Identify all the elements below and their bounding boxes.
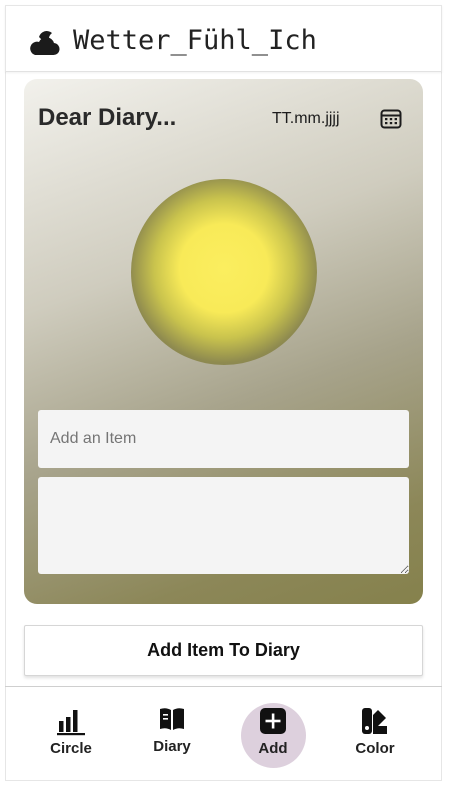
plus-square-icon xyxy=(260,708,286,734)
add-item-input[interactable] xyxy=(38,410,409,468)
nav-label-color: Color xyxy=(355,740,395,757)
app-header: Wetter_Fühl_Ich xyxy=(5,5,442,72)
card-title: Dear Diary... xyxy=(38,104,177,131)
nav-item-diary[interactable]: Diary xyxy=(132,687,212,781)
bottom-nav: Circle Diary Add Color xyxy=(5,686,442,781)
nav-label-add: Add xyxy=(258,740,288,757)
nav-item-add[interactable]: Add xyxy=(233,687,313,781)
nav-item-color[interactable]: Color xyxy=(335,687,415,781)
diary-card: Dear Diary... TT.mm.jjjj xyxy=(24,79,423,604)
app-title: Wetter_Fühl_Ich xyxy=(73,25,317,56)
date-field[interactable]: TT.mm.jjjj xyxy=(272,110,340,128)
add-item-to-diary-button[interactable]: Add Item To Diary xyxy=(24,625,423,676)
cloud-moon-icon xyxy=(30,31,60,56)
mood-orb xyxy=(131,179,317,365)
nav-label-circle: Circle xyxy=(50,740,92,757)
diary-notes-textarea[interactable] xyxy=(38,477,409,574)
calendar-icon[interactable] xyxy=(379,107,403,131)
nav-label-diary: Diary xyxy=(153,738,191,755)
bar-chart-icon xyxy=(57,710,85,736)
palette-icon xyxy=(362,708,387,734)
book-icon xyxy=(160,708,184,730)
nav-item-circle[interactable]: Circle xyxy=(31,687,111,781)
